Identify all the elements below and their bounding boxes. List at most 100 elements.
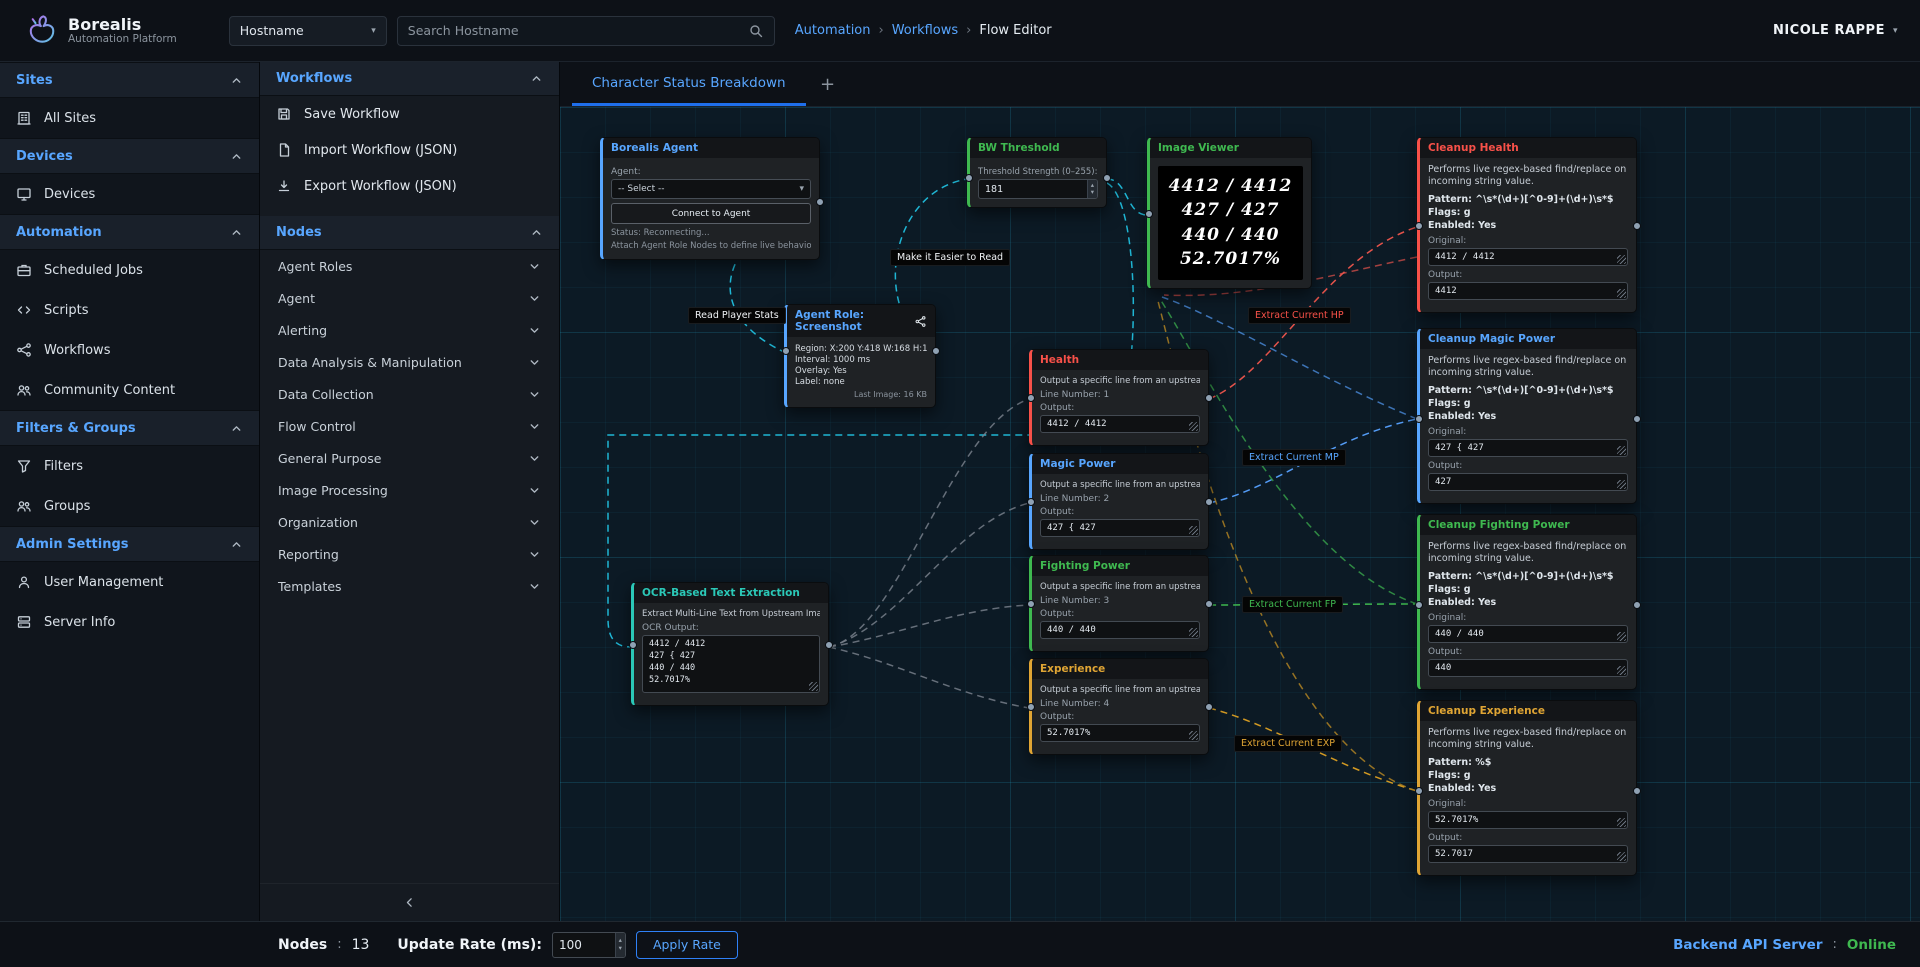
input-port[interactable] bbox=[1415, 415, 1423, 423]
node-cleanup-experience[interactable]: Cleanup Experience Performs live regex-b… bbox=[1417, 700, 1637, 876]
input-port[interactable] bbox=[1027, 703, 1035, 711]
agent-select[interactable]: -- Select -- ▾ bbox=[611, 179, 811, 199]
node-category-reporting[interactable]: Reporting bbox=[260, 538, 559, 570]
output-port[interactable] bbox=[816, 198, 824, 206]
ocr-output-box[interactable]: 4412 / 4412 427 { 427 440 / 440 52.7017% bbox=[642, 635, 820, 693]
sidebar-item-devices[interactable]: Devices bbox=[0, 174, 259, 214]
spinner-down-icon[interactable]: ▾ bbox=[1091, 189, 1094, 196]
output-value-box[interactable]: 440 / 440 bbox=[1040, 621, 1200, 639]
save-workflow-button[interactable]: Save Workflow bbox=[260, 96, 559, 132]
flow-edge[interactable] bbox=[829, 647, 1029, 708]
flow-canvas[interactable]: Borealis Agent Agent: -- Select -- ▾ Con… bbox=[560, 107, 1920, 921]
output-port[interactable] bbox=[1633, 787, 1641, 795]
output-port[interactable] bbox=[1103, 174, 1111, 182]
sidebar-item-workflows[interactable]: Workflows bbox=[0, 330, 259, 370]
search-input[interactable] bbox=[408, 23, 748, 38]
node-category-general-purpose[interactable]: General Purpose bbox=[260, 442, 559, 474]
export-workflow-button[interactable]: Export Workflow (JSON) bbox=[260, 168, 559, 204]
workflows-panel-header[interactable]: Workflows bbox=[260, 62, 559, 96]
input-port[interactable] bbox=[1027, 498, 1035, 506]
section-header-filters-groups[interactable]: Filters & Groups bbox=[0, 410, 259, 446]
input-port[interactable] bbox=[1027, 394, 1035, 402]
output-value-box[interactable]: 427 bbox=[1428, 473, 1628, 491]
output-value-box[interactable]: 427 { 427 bbox=[1040, 519, 1200, 537]
node-cleanup-magic-power[interactable]: Cleanup Magic Power Performs live regex-… bbox=[1417, 328, 1637, 504]
node-category-image-processing[interactable]: Image Processing bbox=[260, 474, 559, 506]
breadcrumb-workflows[interactable]: Workflows bbox=[892, 23, 958, 38]
node-category-agent-roles[interactable]: Agent Roles bbox=[260, 250, 559, 282]
output-value-box[interactable]: 4412 bbox=[1428, 282, 1628, 300]
sidebar-item-scheduled-jobs[interactable]: Scheduled Jobs bbox=[0, 250, 259, 290]
node-ocr-text-extraction[interactable]: OCR-Based Text Extraction Extract Multi-… bbox=[631, 582, 829, 706]
breadcrumb-automation[interactable]: Automation bbox=[795, 23, 871, 38]
node-category-flow-control[interactable]: Flow Control bbox=[260, 410, 559, 442]
node-health[interactable]: Health Output a specific line from an up… bbox=[1029, 349, 1209, 446]
sidebar-item-community-content[interactable]: Community Content bbox=[0, 370, 259, 410]
node-header[interactable]: Cleanup Fighting Power bbox=[1420, 515, 1636, 535]
sidebar-item-filters[interactable]: Filters bbox=[0, 446, 259, 486]
original-value-box[interactable]: 440 / 440 bbox=[1428, 625, 1628, 643]
node-header[interactable]: Agent Role: Screenshot bbox=[787, 305, 935, 337]
node-header[interactable]: Fighting Power bbox=[1032, 556, 1208, 576]
sidebar-item-all-sites[interactable]: All Sites bbox=[0, 98, 259, 138]
output-value-box[interactable]: 52.7017 bbox=[1428, 845, 1628, 863]
node-agent-role-screenshot[interactable]: Agent Role: Screenshot Region: X:200 Y:4… bbox=[784, 304, 936, 408]
flow-edge[interactable] bbox=[829, 399, 1029, 647]
output-port[interactable] bbox=[1633, 222, 1641, 230]
sidebar-item-scripts[interactable]: Scripts bbox=[0, 290, 259, 330]
output-port[interactable] bbox=[1205, 600, 1213, 608]
node-category-templates[interactable]: Templates bbox=[260, 570, 559, 602]
node-header[interactable]: Cleanup Health bbox=[1420, 138, 1636, 158]
flow-edge[interactable] bbox=[829, 605, 1029, 647]
spinner-down-icon[interactable]: ▾ bbox=[619, 945, 622, 952]
node-category-organization[interactable]: Organization bbox=[260, 506, 559, 538]
hostname-selector[interactable]: Hostname ▾ bbox=[229, 16, 387, 46]
flow-edge[interactable] bbox=[1107, 179, 1147, 215]
add-tab-button[interactable]: + bbox=[806, 62, 850, 106]
input-port[interactable] bbox=[1415, 222, 1423, 230]
output-value-box[interactable]: 4412 / 4412 bbox=[1040, 415, 1200, 433]
node-header[interactable]: Image Viewer bbox=[1150, 138, 1311, 158]
output-port[interactable] bbox=[825, 641, 833, 649]
node-category-agent[interactable]: Agent bbox=[260, 282, 559, 314]
sidebar-item-user-management[interactable]: User Management bbox=[0, 562, 259, 602]
node-header[interactable]: Borealis Agent bbox=[603, 138, 819, 158]
tab-character-status-breakdown[interactable]: Character Status Breakdown bbox=[572, 62, 806, 106]
node-category-data-collection[interactable]: Data Collection bbox=[260, 378, 559, 410]
section-header-sites[interactable]: Sites bbox=[0, 62, 259, 98]
node-image-viewer[interactable]: Image Viewer 4412 / 4412 427 / 427 440 /… bbox=[1147, 137, 1312, 289]
nodes-panel-header[interactable]: Nodes bbox=[260, 216, 559, 250]
output-port[interactable] bbox=[1205, 498, 1213, 506]
node-experience[interactable]: Experience Output a specific line from a… bbox=[1029, 658, 1209, 755]
input-port[interactable] bbox=[965, 174, 973, 182]
output-port[interactable] bbox=[932, 347, 940, 355]
flow-edge[interactable] bbox=[829, 503, 1029, 647]
node-header[interactable]: BW Threshold bbox=[970, 138, 1106, 158]
share-icon[interactable] bbox=[914, 315, 927, 328]
update-rate-input[interactable]: 100 ▴▾ bbox=[552, 932, 626, 958]
node-category-data-analysis[interactable]: Data Analysis & Manipulation bbox=[260, 346, 559, 378]
connect-to-agent-button[interactable]: Connect to Agent bbox=[611, 203, 811, 224]
input-port[interactable] bbox=[629, 641, 637, 649]
sidebar-item-groups[interactable]: Groups bbox=[0, 486, 259, 526]
original-value-box[interactable]: 4412 / 4412 bbox=[1428, 248, 1628, 266]
user-menu[interactable]: NICOLE RAPPE ▾ bbox=[1773, 23, 1898, 38]
output-port[interactable] bbox=[1205, 703, 1213, 711]
node-category-alerting[interactable]: Alerting bbox=[260, 314, 559, 346]
input-port[interactable] bbox=[1415, 601, 1423, 609]
input-port[interactable] bbox=[1415, 787, 1423, 795]
output-port[interactable] bbox=[1633, 415, 1641, 423]
node-header[interactable]: OCR-Based Text Extraction bbox=[634, 583, 828, 603]
node-cleanup-fighting-power[interactable]: Cleanup Fighting Power Performs live reg… bbox=[1417, 514, 1637, 690]
input-port[interactable] bbox=[782, 347, 790, 355]
number-spinner[interactable]: ▴▾ bbox=[615, 933, 625, 957]
collapse-panel-button[interactable] bbox=[260, 883, 559, 921]
node-header[interactable]: Cleanup Experience bbox=[1420, 701, 1636, 721]
section-header-admin-settings[interactable]: Admin Settings bbox=[0, 526, 259, 562]
node-magic-power[interactable]: Magic Power Output a specific line from … bbox=[1029, 453, 1209, 550]
original-value-box[interactable]: 52.7017% bbox=[1428, 811, 1628, 829]
output-value-box[interactable]: 52.7017% bbox=[1040, 724, 1200, 742]
node-header[interactable]: Experience bbox=[1032, 659, 1208, 679]
node-bw-threshold[interactable]: BW Threshold Threshold Strength (0–255):… bbox=[967, 137, 1107, 208]
number-spinner[interactable]: ▴▾ bbox=[1087, 180, 1097, 198]
